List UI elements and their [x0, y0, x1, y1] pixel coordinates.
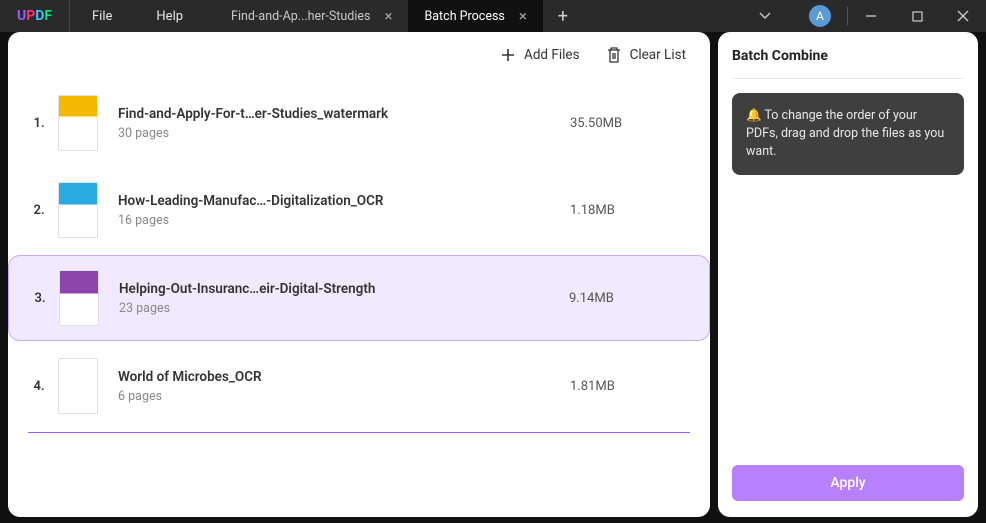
info-box: 🔔 To change the order of your PDFs, drag… — [732, 93, 964, 175]
file-row[interactable]: 4. World of Microbes_OCR 6 pages 1.81MB — [8, 344, 710, 428]
side-panel: Batch Combine 🔔 To change the order of y… — [718, 32, 978, 517]
close-icon[interactable]: × — [519, 7, 527, 25]
main-area: Add Files Clear List 1. Find-and-Apply-F… — [0, 32, 986, 523]
file-pages: 16 pages — [118, 213, 570, 228]
file-size: 35.50MB — [570, 116, 690, 131]
tab-document[interactable]: Find-and-Ap...her-Studies × — [215, 0, 408, 32]
apply-button[interactable]: Apply — [732, 465, 964, 501]
file-info: Find-and-Apply-For-t…er-Studies_watermar… — [118, 106, 570, 141]
close-icon[interactable]: × — [384, 7, 392, 25]
minimize-button[interactable] — [848, 0, 894, 32]
file-list: 1. Find-and-Apply-For-t…er-Studies_water… — [8, 72, 710, 517]
close-button[interactable] — [940, 0, 986, 32]
bell-icon: 🔔 — [746, 108, 762, 123]
tab-batch-process[interactable]: Batch Process × — [408, 0, 542, 32]
menu-file[interactable]: File — [70, 0, 134, 32]
trash-icon — [606, 46, 622, 64]
file-name: Find-and-Apply-For-t…er-Studies_watermar… — [118, 106, 570, 122]
file-pages: 23 pages — [119, 301, 569, 316]
file-thumbnail — [58, 182, 98, 238]
maximize-icon — [912, 11, 923, 22]
info-text: To change the order of your PDFs, drag a… — [746, 108, 944, 159]
file-name: World of Microbes_OCR — [118, 369, 570, 385]
content-panel: Add Files Clear List 1. Find-and-Apply-F… — [8, 32, 710, 517]
file-thumbnail — [58, 358, 98, 414]
file-thumbnail — [58, 95, 98, 151]
new-tab-button[interactable]: + — [543, 0, 583, 32]
file-index: 4. — [20, 379, 58, 394]
file-size: 1.18MB — [570, 203, 690, 218]
file-row[interactable]: 1. Find-and-Apply-For-t…er-Studies_water… — [8, 81, 710, 165]
add-files-button[interactable]: Add Files — [500, 47, 580, 63]
close-icon — [957, 10, 969, 22]
file-name: How-Leading-Manufac…-Digitalization_OCR — [118, 193, 570, 209]
menu-help[interactable]: Help — [134, 0, 205, 32]
file-pages: 6 pages — [118, 389, 570, 404]
file-index: 2. — [20, 203, 58, 218]
file-size: 1.81MB — [570, 379, 690, 394]
tab-label: Batch Process — [424, 9, 504, 24]
chevron-down-icon — [759, 12, 771, 20]
spacer — [732, 175, 964, 465]
file-index: 3. — [21, 291, 59, 306]
minimize-icon — [865, 10, 877, 22]
avatar[interactable]: A — [809, 5, 831, 27]
toolbar: Add Files Clear List — [8, 32, 710, 72]
file-info: Helping-Out-Insuranc…eir-Digital-Strengt… — [119, 281, 569, 316]
file-pages: 30 pages — [118, 126, 570, 141]
file-name: Helping-Out-Insuranc…eir-Digital-Strengt… — [119, 281, 569, 297]
dropdown-button[interactable] — [737, 12, 793, 20]
file-info: World of Microbes_OCR 6 pages — [118, 369, 570, 404]
divider — [28, 432, 690, 433]
plus-icon — [500, 47, 516, 63]
tab-label: Find-and-Ap...her-Studies — [231, 9, 370, 24]
file-index: 1. — [20, 116, 58, 131]
file-thumbnail — [59, 270, 99, 326]
file-info: How-Leading-Manufac…-Digitalization_OCR … — [118, 193, 570, 228]
maximize-button[interactable] — [894, 0, 940, 32]
app-logo: UPDF — [0, 0, 70, 32]
file-row[interactable]: 3. Helping-Out-Insuranc…eir-Digital-Stre… — [8, 255, 710, 341]
side-panel-title: Batch Combine — [732, 48, 964, 79]
titlebar: UPDF File Help Find-and-Ap...her-Studies… — [0, 0, 986, 32]
file-size: 9.14MB — [569, 291, 689, 306]
clear-list-button[interactable]: Clear List — [606, 46, 686, 64]
file-row[interactable]: 2. How-Leading-Manufac…-Digitalization_O… — [8, 168, 710, 252]
